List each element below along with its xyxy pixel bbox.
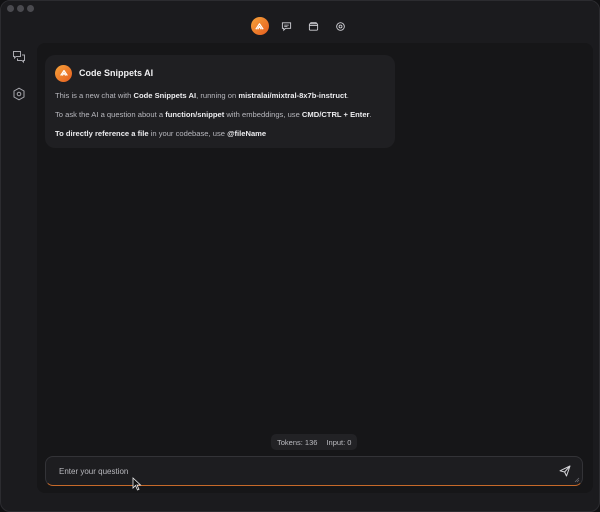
folder-icon <box>308 21 319 31</box>
window-close-dot[interactable] <box>7 5 14 12</box>
message-line-embeddings: To ask the AI a question about a functio… <box>55 110 385 120</box>
token-counter: Tokens: 136 Input: 0 <box>271 434 358 450</box>
top-nav <box>1 17 599 35</box>
resize-grip-icon[interactable] <box>574 477 580 483</box>
message-line-intro: This is a new chat with Code Snippets AI… <box>55 91 385 101</box>
text: . <box>346 91 349 100</box>
file-reference-syntax: @fileName <box>227 129 267 138</box>
logo-icon <box>255 22 264 30</box>
text: with embeddings, use <box>224 110 302 119</box>
sidebar-settings[interactable] <box>11 86 27 102</box>
chat-history-icon <box>13 51 25 64</box>
nav-snippets[interactable] <box>305 17 323 35</box>
mouse-pointer-icon <box>132 477 142 491</box>
model-name: mistralai/mixtral-8x7b-instruct <box>238 91 347 100</box>
reference-lead: To directly reference a file <box>55 129 149 138</box>
nav-code-snippets-ai[interactable] <box>250 17 269 35</box>
text: , running on <box>196 91 239 100</box>
window-maximize-dot[interactable] <box>27 5 34 12</box>
send-icon <box>559 465 571 477</box>
text: . <box>369 110 372 119</box>
target-term: function/snippet <box>165 110 225 119</box>
chat-bubble-icon <box>281 21 292 31</box>
tokens-count: Tokens: 136 <box>277 437 318 447</box>
title-bar <box>1 1 599 17</box>
settings-hexagon-icon <box>13 87 25 101</box>
input-count: Input: 0 <box>326 437 352 447</box>
question-input[interactable] <box>46 457 552 485</box>
nav-settings[interactable] <box>332 17 350 35</box>
window-minimize-dot[interactable] <box>17 5 24 12</box>
chat-panel: Code Snippets AI This is a new chat with… <box>37 43 593 493</box>
app-name: Code Snippets AI <box>133 91 197 100</box>
sidebar-chat-history[interactable] <box>11 49 27 65</box>
nav-chat[interactable] <box>278 17 296 35</box>
text: This is a new chat with <box>55 91 134 100</box>
gear-icon <box>336 21 345 31</box>
assistant-message: Code Snippets AI This is a new chat with… <box>45 55 395 148</box>
message-header: Code Snippets AI <box>55 64 385 82</box>
message-line-reference: To directly reference a file in your cod… <box>55 129 385 139</box>
sidebar <box>1 41 37 501</box>
keyboard-shortcut: CMD/CTRL + Enter <box>301 110 370 119</box>
text: To ask the AI a question about a <box>55 110 166 119</box>
app-window: Code Snippets AI This is a new chat with… <box>0 0 600 512</box>
avatar <box>55 64 72 82</box>
sender-name: Code Snippets AI <box>79 68 154 78</box>
logo-icon <box>59 69 68 76</box>
composer <box>45 456 583 486</box>
text: in your codebase, use <box>148 129 228 138</box>
